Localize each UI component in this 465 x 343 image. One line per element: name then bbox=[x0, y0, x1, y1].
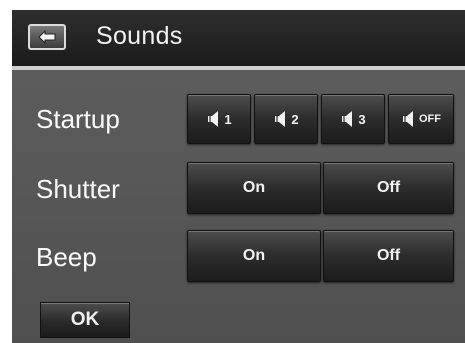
beep-label: Beep bbox=[36, 242, 97, 272]
speaker-icon bbox=[208, 111, 219, 127]
startup-volume-1-button[interactable]: 1 bbox=[187, 94, 251, 144]
sounds-screen: Sounds Startup 1 2 3 OFF Shutter On Off … bbox=[12, 10, 465, 343]
speaker-icon bbox=[403, 111, 413, 127]
volume-level-text: OFF bbox=[419, 113, 441, 125]
beep-off-button[interactable]: Off bbox=[323, 230, 454, 282]
page-title: Sounds bbox=[96, 22, 183, 50]
startup-volume-2-button[interactable]: 2 bbox=[254, 94, 318, 144]
startup-volume-3-button[interactable]: 3 bbox=[321, 94, 385, 144]
shutter-label: Shutter bbox=[36, 174, 120, 204]
volume-level-text: 2 bbox=[291, 111, 299, 127]
speaker-icon bbox=[275, 111, 286, 127]
startup-volume-off-button[interactable]: OFF bbox=[388, 94, 454, 144]
shutter-off-button[interactable]: Off bbox=[323, 162, 454, 214]
ok-button[interactable]: OK bbox=[40, 302, 130, 338]
speaker-icon bbox=[342, 111, 353, 127]
volume-level-text: 1 bbox=[224, 111, 232, 127]
shutter-on-button[interactable]: On bbox=[187, 162, 321, 214]
back-arrow-icon bbox=[38, 29, 56, 45]
volume-level-text: 3 bbox=[358, 111, 366, 127]
beep-on-button[interactable]: On bbox=[187, 230, 321, 282]
header-bar: Sounds bbox=[12, 10, 465, 66]
startup-label: Startup bbox=[36, 104, 120, 134]
back-button[interactable] bbox=[28, 24, 66, 50]
header-divider bbox=[12, 66, 465, 70]
